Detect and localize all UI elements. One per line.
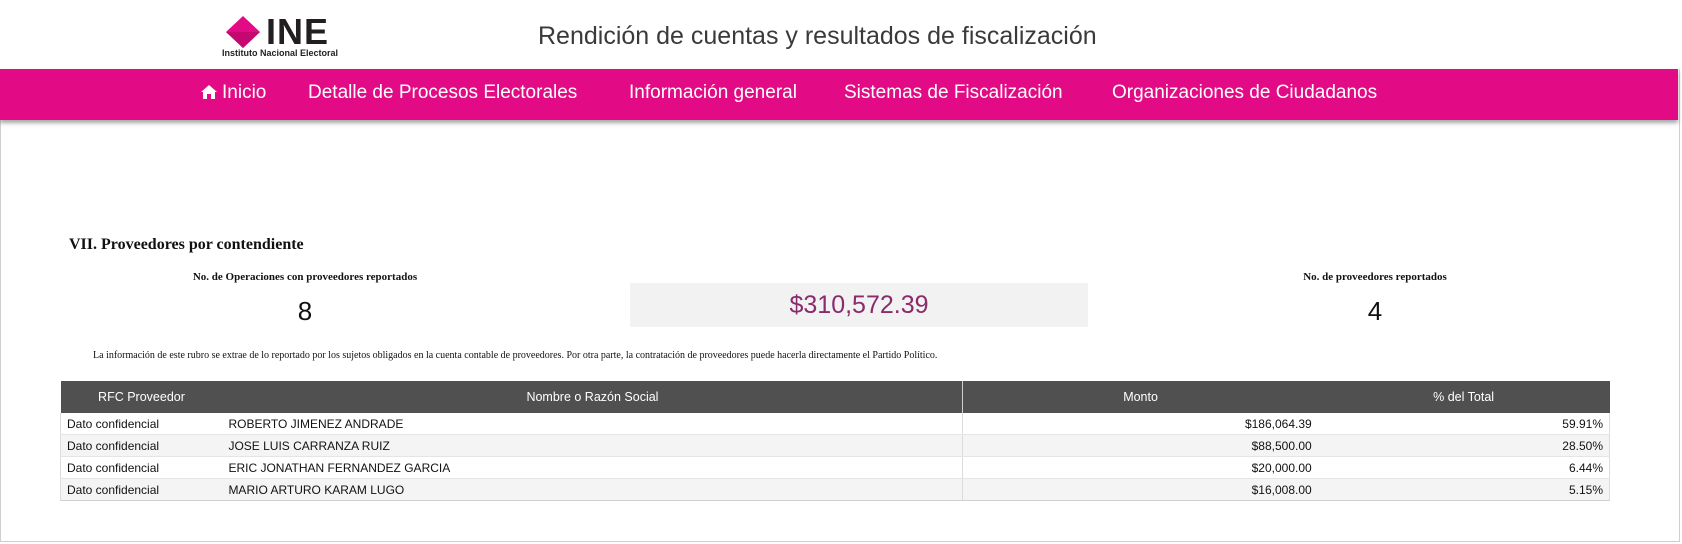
providers-value: 4 xyxy=(1367,296,1383,326)
cell-amount: $16,008.00 xyxy=(962,478,1318,501)
home-icon xyxy=(201,85,217,99)
site-header: INE Instituto Nacional Electoral Rendici… xyxy=(0,0,1680,69)
col-header-porcentaje: % del Total xyxy=(1317,381,1610,413)
table-row: Dato confidencial MARIO ARTURO KARAM LUG… xyxy=(60,478,1610,501)
col-header-rfc: RFC Proveedor xyxy=(60,381,223,413)
nav-item-inicio[interactable]: Inicio xyxy=(200,82,266,104)
section-title: VII. Proveedores por contendiente xyxy=(69,236,304,253)
cell-rfc: Dato confidencial xyxy=(60,434,223,457)
table-row: Dato confidencial JOSE LUIS CARRANZA RUI… xyxy=(60,434,1610,457)
total-amount: $310,572.39 xyxy=(789,291,929,319)
cell-name: ERIC JONATHAN FERNANDEZ GARCIA xyxy=(222,456,963,479)
logo-wordmark: INE xyxy=(266,11,330,52)
cell-percent: 5.15% xyxy=(1317,478,1610,501)
operations-value: 8 xyxy=(297,296,313,326)
providers-label: No. de proveedores reportados xyxy=(1303,271,1447,283)
nav-item-informacion-general[interactable]: Información general xyxy=(629,82,797,104)
cell-name: JOSE LUIS CARRANZA RUIZ xyxy=(222,434,963,457)
operations-label: No. de Operaciones con proveedores repor… xyxy=(192,271,418,283)
cell-percent: 59.91% xyxy=(1317,413,1610,435)
cell-percent: 6.44% xyxy=(1317,456,1610,479)
ine-diamond-logo-icon xyxy=(226,16,260,48)
nav-item-detalle-procesos[interactable]: Detalle de Procesos Electorales xyxy=(308,82,577,104)
site-title: Rendición de cuentas y resultados de fis… xyxy=(538,22,1097,50)
col-header-monto: Monto xyxy=(962,381,1318,413)
nav-item-organizaciones-ciudadanos[interactable]: Organizaciones de Ciudadanos xyxy=(1112,82,1377,104)
nav-item-label: Inicio xyxy=(222,82,267,103)
info-note: La información de este rubro se extrae d… xyxy=(93,350,938,361)
cell-amount: $20,000.00 xyxy=(962,456,1318,479)
nav-item-sistemas-fiscalizacion[interactable]: Sistemas de Fiscalización xyxy=(844,82,1063,104)
table-row: Dato confidencial ROBERTO JIMENEZ ANDRAD… xyxy=(60,413,1610,435)
cell-rfc: Dato confidencial xyxy=(60,413,223,435)
cell-rfc: Dato confidencial xyxy=(60,456,223,479)
col-header-nombre: Nombre o Razón Social xyxy=(222,381,964,413)
logo-subtitle: Instituto Nacional Electoral xyxy=(222,48,339,58)
table-header-row: RFC Proveedor Nombre o Razón Social Mont… xyxy=(60,381,1610,413)
total-amount-box: $310,572.39 xyxy=(630,283,1088,327)
table-row: Dato confidencial ERIC JONATHAN FERNANDE… xyxy=(60,456,1610,479)
cell-amount: $88,500.00 xyxy=(962,434,1318,457)
cell-percent: 28.50% xyxy=(1317,434,1610,457)
providers-table: RFC Proveedor Nombre o Razón Social Mont… xyxy=(60,381,1610,501)
cell-name: ROBERTO JIMENEZ ANDRADE xyxy=(222,413,963,435)
ine-logo[interactable]: INE Instituto Nacional Electoral xyxy=(222,11,368,60)
cell-name: MARIO ARTURO KARAM LUGO xyxy=(222,478,963,501)
cell-amount: $186,064.39 xyxy=(962,413,1318,435)
main-nav: Inicio Detalle de Procesos Electorales I… xyxy=(0,69,1678,120)
cell-rfc: Dato confidencial xyxy=(60,478,223,501)
